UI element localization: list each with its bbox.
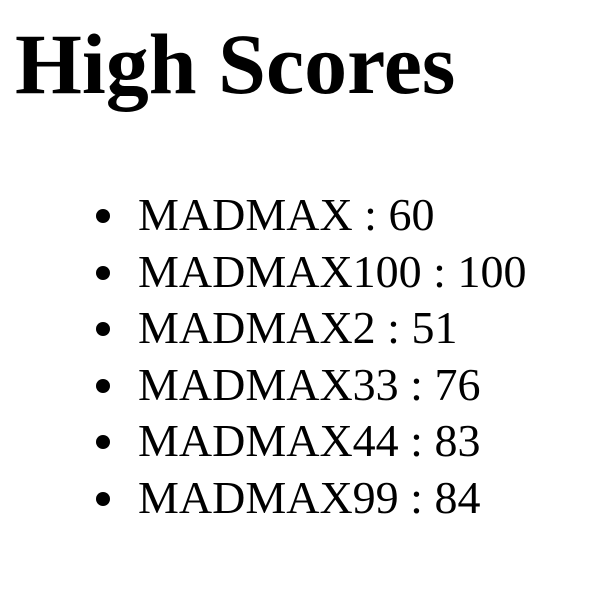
score-entry-text: MADMAX : 60 xyxy=(138,189,435,240)
score-list-item: MADMAX44 : 83 xyxy=(92,413,526,470)
score-entry-text: MADMAX33 : 76 xyxy=(138,358,481,410)
score-list: MADMAX : 60 MADMAX100 : 100 MADMAX2 : 51… xyxy=(92,187,526,527)
bullet-icon xyxy=(96,265,110,280)
score-entry-text: MADMAX44 : 83 xyxy=(138,415,481,467)
score-list-item: MADMAX33 : 76 xyxy=(92,357,526,414)
score-list-item: MADMAX : 60 xyxy=(92,187,526,244)
score-list-item: MADMAX99 : 84 xyxy=(92,470,526,527)
high-scores-page: High Scores MADMAX : 60 MADMAX100 : 100 … xyxy=(0,0,600,605)
bullet-icon xyxy=(96,491,110,506)
score-entry-text: MADMAX99 : 84 xyxy=(138,471,481,523)
bullet-icon xyxy=(96,378,110,393)
score-list-item: MADMAX2 : 51 xyxy=(92,300,526,357)
page-title: High Scores xyxy=(15,16,456,112)
score-entry-text: MADMAX2 : 51 xyxy=(138,302,458,354)
bullet-icon xyxy=(96,435,110,450)
bullet-icon xyxy=(96,209,110,223)
score-list-item: MADMAX100 : 100 xyxy=(92,244,526,301)
bullet-icon xyxy=(96,322,110,337)
score-entry-text: MADMAX100 : 100 xyxy=(138,245,527,297)
